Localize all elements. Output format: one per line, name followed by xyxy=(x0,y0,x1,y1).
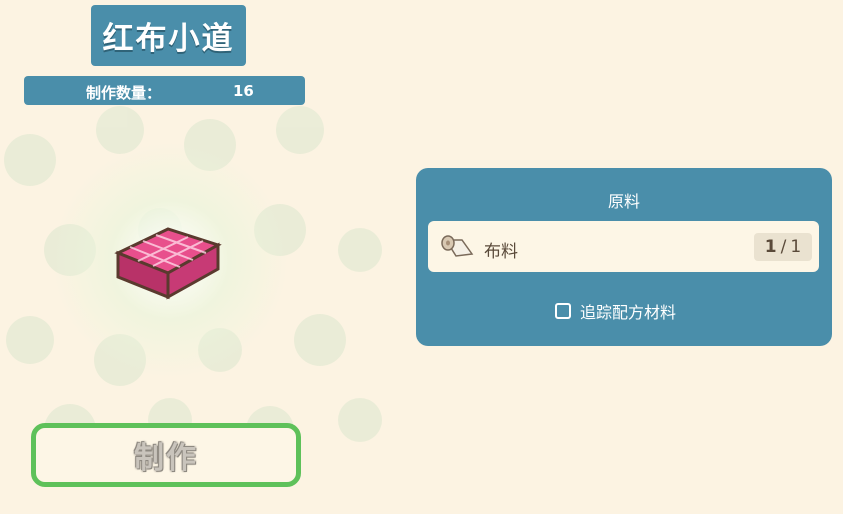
recipe-title: 红布小道 xyxy=(102,21,235,57)
material-row: 布料 1 / 1 xyxy=(428,221,819,272)
recipe-title-box: 红布小道 xyxy=(91,5,246,66)
material-need: 1 xyxy=(790,237,802,257)
craft-button[interactable]: 制作 xyxy=(31,423,301,487)
material-count: 1 / 1 xyxy=(754,233,812,261)
materials-panel: 原料 布料 1 / 1 追踪配方材料 xyxy=(416,168,832,346)
material-name: 布料 xyxy=(484,242,518,262)
quantity-value: 16 xyxy=(233,82,254,100)
craft-button-label: 制作 xyxy=(134,441,198,476)
cloth-roll-icon xyxy=(441,235,474,257)
material-have: 1 xyxy=(764,237,777,257)
track-label: 追踪配方材料 xyxy=(580,303,677,322)
material-separator: / xyxy=(780,237,787,257)
materials-title: 原料 xyxy=(607,192,640,211)
craft-quantity-bar: 制作数量： 16 xyxy=(24,76,305,105)
quantity-label: 制作数量： xyxy=(86,84,162,102)
track-checkbox[interactable] xyxy=(555,303,571,319)
track-materials-toggle[interactable]: 追踪配方材料 xyxy=(555,299,676,323)
red-cloth-path-icon xyxy=(114,227,222,300)
